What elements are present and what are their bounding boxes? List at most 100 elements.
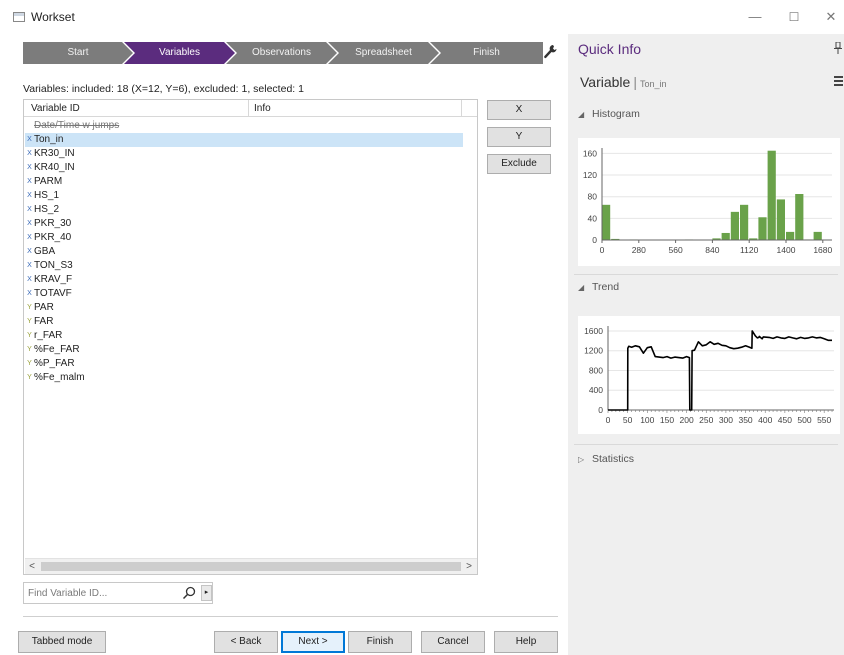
variable-id-cell: %Fe_FAR [34, 344, 80, 355]
table-row[interactable]: X PKR_30 [25, 217, 463, 231]
next-button[interactable]: Next > [281, 631, 345, 653]
help-button[interactable]: Help [494, 631, 558, 653]
variable-type-marker: X [27, 234, 32, 241]
variable-id-cell: PARM [34, 176, 63, 187]
table-row[interactable]: X KRAV_F [25, 273, 463, 287]
variable-id-cell: PKR_30 [34, 218, 72, 229]
table-row[interactable]: X GBA [25, 245, 463, 259]
table-row[interactable]: X KR30_IN [25, 147, 463, 161]
histogram-bar [721, 232, 730, 240]
expanded-triangle-icon: ◢ [578, 110, 585, 119]
window-title: Workset [31, 10, 75, 24]
step-observations[interactable]: Observations [226, 42, 337, 64]
y-tick-label: 800 [589, 365, 603, 375]
x-tick-label: 550 [817, 415, 831, 425]
collapsed-triangle-icon: ▷ [578, 455, 585, 464]
scroll-left-arrow[interactable]: < [25, 559, 39, 574]
table-row[interactable]: X HS_1 [25, 189, 463, 203]
variable-type-marker: X [27, 178, 32, 185]
finish-button[interactable]: Finish [348, 631, 412, 653]
variable-heading: Variable | Ton_in [580, 74, 667, 90]
table-row[interactable]: Y %P_FAR [25, 357, 463, 371]
table-row[interactable]: Y %Fe_malm [25, 371, 463, 385]
search-icon[interactable] [181, 585, 197, 601]
variable-id-cell: TOTAVF [34, 288, 72, 299]
x-tick-label: 300 [719, 415, 733, 425]
back-button[interactable]: < Back [214, 631, 278, 653]
step-variables[interactable]: Variables [124, 42, 235, 64]
scroll-right-arrow[interactable]: > [462, 559, 476, 574]
trend-section-header[interactable]: ◢ Trend [578, 281, 838, 299]
table-row[interactable]: Date/Time w jumps [25, 119, 463, 133]
expanded-triangle-icon: ◢ [578, 283, 585, 292]
table-row[interactable]: Y %Fe_FAR [25, 343, 463, 357]
table-row[interactable]: Y PAR [25, 301, 463, 315]
histogram-bar [740, 204, 749, 240]
exclude-button[interactable]: Exclude [487, 154, 551, 174]
search-options-dropdown[interactable]: ▸ [201, 585, 212, 601]
x-tick-label: 500 [797, 415, 811, 425]
histogram-bar [786, 231, 795, 240]
wrench-icon[interactable] [543, 44, 557, 60]
variable-type-marker: Y [27, 346, 32, 353]
statistics-section-header[interactable]: ▷ Statistics [578, 453, 838, 471]
close-button[interactable]: ✕ [821, 8, 841, 26]
variable-type-marker: X [27, 164, 32, 171]
variable-type-marker: X [27, 150, 32, 157]
x-tick-label: 0 [606, 415, 611, 425]
variable-id-cell: Ton_in [34, 134, 64, 145]
quick-info-panel: Quick Info Variable | Ton_in ◢ Histogram 0 4… [568, 34, 844, 655]
section-divider [574, 274, 838, 275]
cancel-button[interactable]: Cancel [421, 631, 485, 653]
variable-id-cell: FAR [34, 316, 54, 327]
table-row[interactable]: X PKR_40 [25, 231, 463, 245]
x-tick-label: 0 [600, 245, 605, 255]
step-finish[interactable]: Finish [430, 42, 543, 64]
maximize-button[interactable]: ☐ [784, 8, 804, 26]
tabbed-mode-button[interactable]: Tabbed mode [18, 631, 106, 653]
table-row[interactable]: X TOTAVF [25, 287, 463, 301]
variables-grid[interactable]: Variable ID Info Date/Time w jumps X Ton_i… [23, 99, 478, 575]
variable-id-cell: KR40_IN [34, 162, 75, 173]
variable-id-cell: PKR_40 [34, 232, 72, 243]
trend-chart: 0 400 800 1200 1600 0 50 100 150 200 250 300 350 400 4… [578, 316, 840, 434]
minimize-button[interactable]: — [745, 8, 765, 26]
table-row[interactable]: X KR40_IN [25, 161, 463, 175]
y-tick-label: 400 [589, 385, 603, 395]
wizard-steps: Start Variables Observations Spreadsheet… [23, 42, 543, 64]
column-header-info[interactable]: Info [254, 103, 271, 114]
table-row[interactable]: X TON_S3 [25, 259, 463, 273]
histogram-bar [758, 217, 767, 240]
x-tick-label: 1680 [813, 245, 832, 255]
table-row[interactable]: X HS_2 [25, 203, 463, 217]
y-tick-label: 1200 [584, 346, 603, 356]
variable-id-cell: HS_2 [34, 204, 60, 215]
variable-type-marker: Y [27, 360, 32, 367]
set-y-button[interactable]: Y [487, 127, 551, 147]
variable-id-cell: HS_1 [34, 190, 60, 201]
step-start[interactable]: Start [23, 42, 133, 64]
set-x-button[interactable]: X [487, 100, 551, 120]
x-tick-label: 350 [738, 415, 752, 425]
variable-id-cell: PAR [34, 302, 54, 313]
quick-info-title: Quick Info [578, 41, 642, 57]
table-row[interactable]: X Ton_in [25, 133, 463, 147]
pin-icon[interactable] [834, 41, 842, 57]
variable-label: Variable [580, 74, 631, 90]
x-tick-label: 280 [632, 245, 646, 255]
table-row[interactable]: Y FAR [25, 315, 463, 329]
column-header-variable-id[interactable]: Variable ID [31, 103, 80, 114]
step-spreadsheet[interactable]: Spreadsheet [328, 42, 439, 64]
find-variable-input[interactable] [28, 586, 168, 601]
title-bar: Workset — ☐ ✕ [0, 0, 844, 34]
variable-id-cell: r_FAR [34, 330, 63, 341]
table-row[interactable]: Yr_FAR [25, 329, 463, 343]
menu-icon[interactable] [834, 76, 843, 86]
variable-id-cell: KRAV_F [34, 274, 73, 285]
histogram-section-header[interactable]: ◢ Histogram [578, 108, 838, 126]
histogram-bar [813, 231, 822, 240]
table-row[interactable]: X PARM [25, 175, 463, 189]
variable-type-marker: X [27, 192, 32, 199]
horizontal-scrollbar[interactable]: < > [25, 558, 477, 574]
scrollbar-thumb[interactable] [41, 562, 461, 571]
